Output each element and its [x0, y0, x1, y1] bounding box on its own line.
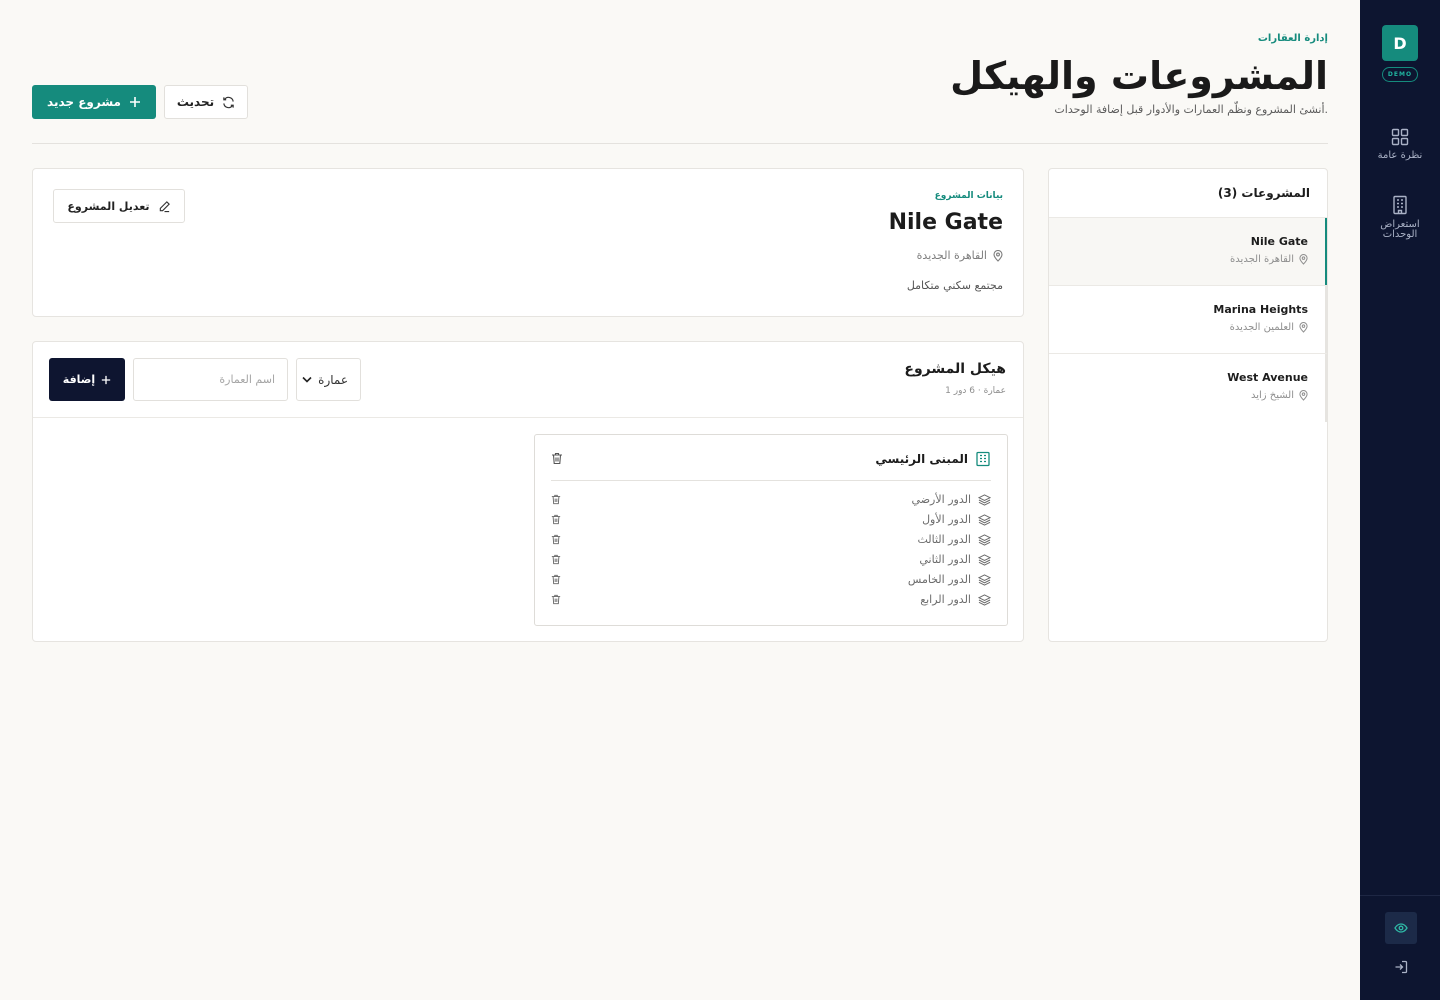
floor-name: الدور الخامس	[907, 573, 971, 586]
plus-icon	[102, 375, 111, 384]
project-name: Nile Gate	[1250, 235, 1308, 248]
location-pin-icon	[1299, 254, 1308, 265]
structure-header: هيكل المشروع 1 عمارة · 6 دور عمارة إضافة	[33, 342, 1023, 418]
floor-row: الدور الثاني	[551, 551, 991, 571]
project-name: West Avenue	[1227, 371, 1308, 384]
project-item-west-avenue[interactable]: West Avenue الشيخ زايد	[1049, 354, 1327, 422]
new-project-label: مشروع جديد	[47, 95, 121, 109]
floor-name-group: الدور الأرضي	[912, 493, 991, 506]
demo-badge: DEMO	[1382, 67, 1418, 82]
project-location: العلمين الجديدة	[1229, 322, 1294, 333]
project-name: Marina Heights	[1213, 303, 1308, 316]
building-title: المبنى الرئيسي	[875, 451, 991, 467]
layers-icon	[978, 593, 991, 606]
unit-type-select[interactable]: عمارة	[296, 358, 361, 401]
pencil-icon	[159, 200, 170, 212]
add-building-label: إضافة	[62, 373, 96, 386]
projects-panel: المشروعات (3) Nile Gate القاهرة الجديدة …	[1048, 168, 1328, 642]
page-title: المشروعات والهيكل	[950, 54, 1328, 98]
layers-icon	[978, 573, 991, 586]
add-building-button[interactable]: إضافة	[49, 358, 125, 401]
floors-list: الدور الأرضي الدور الأول الدور الثالث الدور…	[551, 491, 991, 611]
layers-icon	[978, 513, 991, 526]
floor-name-group: الدور الأول	[922, 513, 991, 526]
trash-icon[interactable]	[551, 514, 561, 525]
floor-name-group: الدور الخامس	[908, 573, 991, 586]
floor-row: الدور الخامس	[551, 571, 991, 591]
logout-icon	[1395, 960, 1408, 974]
project-item-nile-gate[interactable]: Nile Gate القاهرة الجديدة	[1049, 218, 1327, 286]
structure-card: هيكل المشروع 1 عمارة · 6 دور عمارة إضافة…	[32, 341, 1024, 642]
logout-button[interactable]	[1391, 957, 1411, 977]
sidebar-item-label: نظرة عامة	[1377, 150, 1423, 161]
sidebar-divider	[1360, 895, 1440, 896]
floor-name-group: الدور الثالث	[917, 533, 991, 546]
breadcrumb: إدارة العقارات	[1257, 33, 1328, 44]
header-divider	[32, 143, 1328, 144]
project-item-marina-heights[interactable]: Marina Heights العلمين الجديدة	[1049, 286, 1327, 354]
project-location: الشيخ زايد	[1250, 390, 1294, 401]
refresh-icon	[223, 96, 234, 108]
new-project-button[interactable]: مشروع جديد	[32, 85, 156, 119]
structure-title: هيكل المشروع	[904, 361, 1006, 377]
sidebar-item-overview[interactable]: نظرة عامة	[1360, 128, 1440, 161]
preview-button[interactable]	[1385, 912, 1417, 944]
project-location: القاهرة الجديدة	[916, 249, 987, 262]
projects-heading: المشروعات (3)	[1049, 169, 1327, 218]
project-location: القاهرة الجديدة	[1230, 254, 1294, 265]
floor-row: الدور الأرضي	[551, 491, 991, 511]
chevron-down-icon	[302, 376, 312, 383]
floor-name: الدور الثالث	[917, 533, 971, 546]
edit-project-label: تعديل المشروع	[67, 199, 150, 213]
sidebar: D DEMO نظرة عامة استعراض الوحدات	[1360, 0, 1440, 1000]
floor-name-group: الدور الثاني	[919, 553, 991, 566]
project-description: مجتمع سكني متكامل	[906, 279, 1003, 292]
trash-icon[interactable]	[551, 452, 563, 465]
floor-row: الدور الثالث	[551, 531, 991, 551]
unit-type-value: عمارة	[318, 372, 348, 387]
project-location-row: القاهرة الجديدة	[917, 249, 1003, 262]
refresh-button[interactable]: تحديث	[164, 85, 248, 119]
floor-name: الدور الثاني	[919, 553, 971, 566]
trash-icon[interactable]	[551, 494, 561, 505]
layers-icon	[978, 493, 991, 506]
sidebar-item-label: استعراض الوحدات	[1380, 219, 1420, 240]
plus-icon	[129, 97, 140, 107]
location-pin-icon	[1299, 390, 1308, 401]
building-card: المبنى الرئيسي الدور الأرضي الدور الأول ال…	[534, 434, 1008, 626]
building-icon	[1393, 195, 1407, 215]
building-name: المبنى الرئيسي	[875, 452, 968, 466]
layers-icon	[978, 533, 991, 546]
app-logo[interactable]: D	[1382, 25, 1418, 61]
trash-icon[interactable]	[551, 534, 561, 545]
page-subtitle: أنشئ المشروع ونظّم العمارات والأدوار قبل…	[1054, 103, 1328, 116]
sidebar-item-units[interactable]: استعراض الوحدات	[1360, 195, 1440, 240]
edit-project-button[interactable]: تعديل المشروع	[53, 189, 185, 223]
floor-name: الدور الأول	[922, 513, 971, 526]
floor-name: الدور الرابع	[920, 593, 971, 606]
structure-meta: 1 عمارة · 6 دور	[945, 386, 1006, 396]
trash-icon[interactable]	[551, 574, 561, 585]
floor-row: الدور الرابع	[551, 591, 991, 611]
building-name-input[interactable]	[133, 358, 288, 401]
trash-icon[interactable]	[551, 554, 561, 565]
eye-icon	[1394, 923, 1408, 933]
floor-name-group: الدور الرابع	[920, 593, 991, 606]
building-header: المبنى الرئيسي	[551, 435, 991, 481]
floor-row: الدور الأول	[551, 511, 991, 531]
floor-name: الدور الأرضي	[911, 493, 971, 506]
location-pin-icon	[993, 249, 1003, 262]
location-pin-icon	[1299, 322, 1308, 333]
project-title: Nile Gate	[888, 210, 1003, 235]
project-info-eyebrow: بيانات المشروع	[934, 191, 1003, 201]
building-icon	[976, 451, 990, 467]
grid-icon	[1391, 128, 1409, 146]
project-info-card: بيانات المشروع Nile Gate القاهرة الجديدة…	[32, 168, 1024, 317]
refresh-label: تحديث	[176, 95, 215, 109]
layers-icon	[978, 553, 991, 566]
trash-icon[interactable]	[551, 594, 561, 605]
